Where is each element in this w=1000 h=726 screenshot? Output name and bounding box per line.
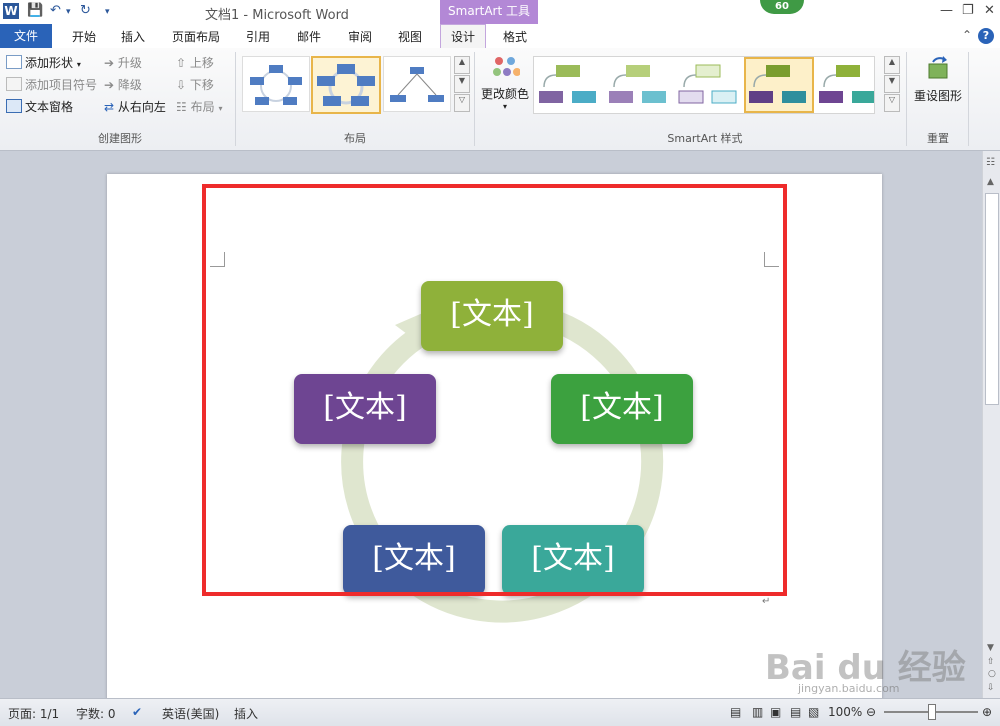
- draft-view-icon[interactable]: ▧: [808, 705, 819, 719]
- outline-view-icon[interactable]: ▤: [790, 705, 801, 719]
- zoom-level[interactable]: 100%: [828, 705, 862, 719]
- select-browse-object-icon[interactable]: ○: [988, 669, 996, 679]
- next-page-icon[interactable]: ⇩: [987, 683, 995, 693]
- zoom-out-icon[interactable]: ⊖: [866, 705, 876, 719]
- watermark-url: jingyan.baidu.com: [798, 682, 900, 695]
- full-screen-view-icon[interactable]: ▥: [752, 705, 763, 719]
- insert-mode[interactable]: 插入: [234, 705, 258, 722]
- scroll-down-icon[interactable]: ▼: [987, 643, 994, 653]
- page-count[interactable]: 页面: 1/1: [8, 705, 59, 722]
- status-bar: 页面: 1/1 字数: 0 ✔ 英语(美国) 插入 ▤ ▥ ▣ ▤ ▧ 100%…: [0, 698, 1000, 726]
- scroll-thumb[interactable]: [985, 193, 999, 405]
- vertical-scrollbar[interactable]: ☷ ▲ ▼ ⇧ ○ ⇩: [982, 151, 1000, 698]
- highlight-frame: [202, 184, 787, 596]
- zoom-slider-thumb[interactable]: [928, 704, 936, 720]
- proofing-icon[interactable]: ✔: [132, 705, 142, 719]
- language[interactable]: 英语(美国): [162, 705, 219, 722]
- previous-page-icon[interactable]: ⇧: [987, 657, 995, 667]
- scroll-up-icon[interactable]: ▲: [987, 177, 994, 187]
- print-layout-view-icon[interactable]: ▤: [730, 705, 741, 719]
- web-layout-view-icon[interactable]: ▣: [770, 705, 781, 719]
- word-count[interactable]: 字数: 0: [76, 705, 116, 722]
- ruler-toggle-icon[interactable]: ☷: [986, 157, 995, 168]
- zoom-in-icon[interactable]: ⊕: [982, 705, 992, 719]
